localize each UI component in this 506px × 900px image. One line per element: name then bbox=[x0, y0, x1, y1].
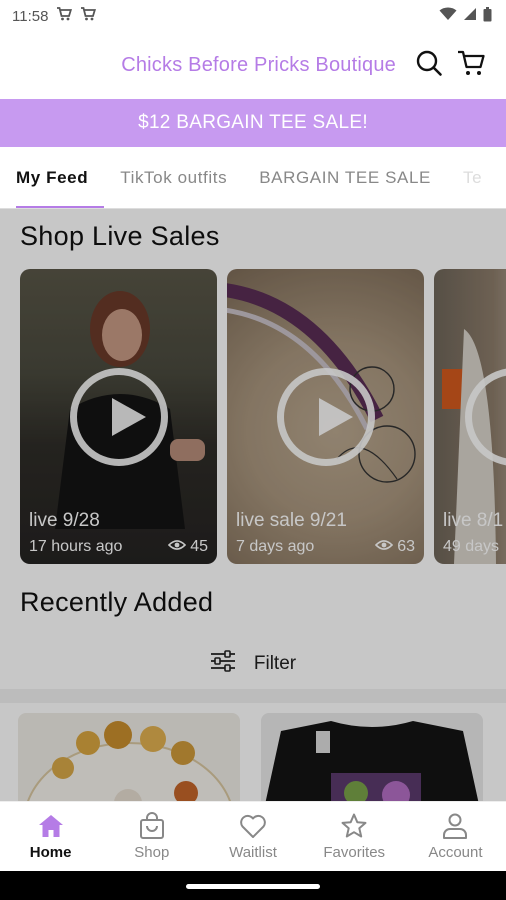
bottom-navigation: Home Shop Waitlist Favorites Account bbox=[0, 801, 506, 871]
live-sale-time: 7 days ago bbox=[236, 538, 315, 555]
nav-waitlist-label: Waitlist bbox=[229, 844, 277, 861]
main-content: Shop Live Sales live 9/28 17 hours ago 4… bbox=[0, 209, 506, 801]
sliders-icon bbox=[210, 650, 236, 678]
nav-home[interactable]: Home bbox=[0, 802, 101, 871]
heart-icon bbox=[239, 812, 267, 840]
view-count-value: 63 bbox=[397, 538, 415, 555]
home-gesture-handle[interactable] bbox=[186, 884, 320, 889]
cart-button[interactable] bbox=[450, 44, 492, 86]
live-sale-time: 17 hours ago bbox=[29, 538, 123, 555]
battery-icon bbox=[483, 6, 492, 26]
eye-icon bbox=[375, 538, 394, 556]
status-bar: 11:58 bbox=[0, 0, 506, 32]
section-divider bbox=[0, 689, 506, 703]
tab-tiktok-outfits[interactable]: TikTok outfits bbox=[104, 147, 243, 208]
cellular-signal-icon bbox=[463, 7, 477, 25]
eye-icon bbox=[168, 538, 187, 556]
view-count-value: 45 bbox=[190, 538, 208, 555]
status-time: 11:58 bbox=[12, 7, 49, 25]
live-sale-meta: 17 hours ago 45 bbox=[29, 538, 208, 556]
live-sale-title: live 9/28 bbox=[29, 510, 100, 531]
status-right bbox=[439, 6, 492, 26]
search-icon bbox=[415, 49, 443, 82]
live-sale-meta: 49 days bbox=[443, 538, 506, 556]
play-icon bbox=[276, 367, 375, 466]
live-sale-title: live 8/1 bbox=[443, 510, 504, 531]
live-sale-title: live sale 9/21 bbox=[236, 510, 347, 531]
cart-notification-icon bbox=[56, 7, 73, 25]
nav-shop[interactable]: Shop bbox=[101, 802, 202, 871]
shopping-bag-icon bbox=[138, 812, 166, 840]
tab-my-feed[interactable]: My Feed bbox=[0, 147, 105, 208]
product-card[interactable] bbox=[261, 713, 483, 801]
view-count: 45 bbox=[168, 538, 208, 556]
store-title[interactable]: Chicks Before Pricks Boutique bbox=[121, 54, 396, 77]
nav-waitlist[interactable]: Waitlist bbox=[202, 802, 303, 871]
nav-home-label: Home bbox=[29, 844, 72, 861]
nav-shop-label: Shop bbox=[134, 844, 170, 861]
nav-favorites-label: Favorites bbox=[323, 844, 386, 861]
tab-bargain-tee-sale[interactable]: BARGAIN TEE SALE bbox=[243, 147, 447, 208]
promo-banner[interactable]: $12 BARGAIN TEE SALE! bbox=[0, 99, 506, 147]
wifi-icon bbox=[439, 7, 457, 25]
star-icon bbox=[340, 812, 368, 840]
view-count: 63 bbox=[375, 538, 415, 556]
system-gesture-bar bbox=[0, 871, 506, 900]
live-sale-card[interactable]: live 8/1 49 days bbox=[434, 269, 506, 564]
live-sale-card[interactable]: live sale 9/21 7 days ago 63 bbox=[227, 269, 424, 564]
live-sales-title: Shop Live Sales bbox=[20, 221, 220, 251]
recently-added-title: Recently Added bbox=[20, 587, 214, 617]
nav-account[interactable]: Account bbox=[405, 802, 506, 871]
nav-account-label: Account bbox=[428, 844, 483, 861]
cart-notification-icon-2 bbox=[80, 7, 97, 25]
product-image bbox=[18, 713, 240, 801]
filter-label: Filter bbox=[253, 653, 297, 674]
status-left: 11:58 bbox=[12, 7, 97, 25]
tab-partial[interactable]: Te bbox=[447, 147, 498, 208]
person-icon bbox=[441, 812, 469, 840]
live-sale-time: 49 days bbox=[443, 538, 500, 555]
play-icon bbox=[69, 367, 168, 466]
product-image bbox=[261, 713, 483, 801]
live-sale-card[interactable]: live 9/28 17 hours ago 45 bbox=[20, 269, 217, 564]
filter-button[interactable]: Filter bbox=[0, 639, 506, 689]
category-tabs: My Feed TikTok outfits BARGAIN TEE SALE … bbox=[0, 147, 506, 209]
product-card[interactable] bbox=[18, 713, 240, 801]
live-sale-meta: 7 days ago 63 bbox=[236, 538, 415, 556]
app-header: Chicks Before Pricks Boutique bbox=[0, 32, 506, 98]
nav-favorites[interactable]: Favorites bbox=[304, 802, 405, 871]
cart-icon bbox=[456, 49, 486, 82]
home-icon bbox=[37, 812, 65, 840]
search-button[interactable] bbox=[408, 44, 450, 86]
